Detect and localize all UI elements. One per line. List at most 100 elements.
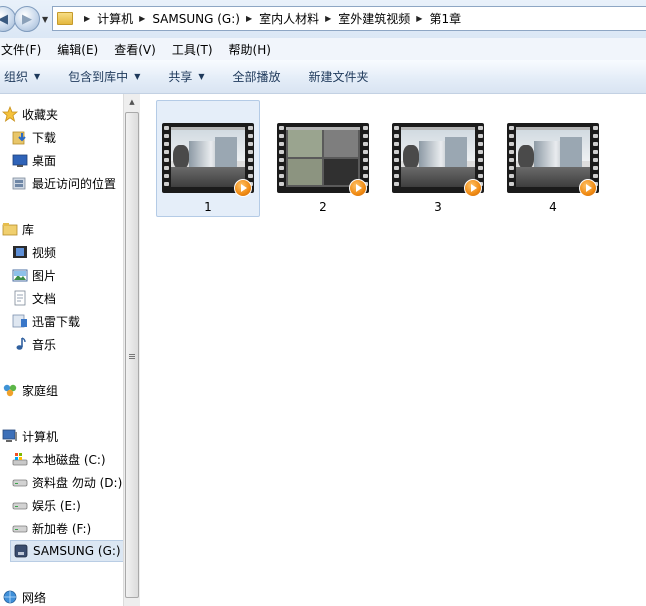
new-folder-button[interactable]: 新建文件夹 [295, 68, 383, 85]
breadcrumb: ▶ 计算机 ▶ SAMSUNG (G:) ▶ 室内人材料 ▶ 室外建筑视频 ▶ … [78, 10, 461, 27]
breadcrumb-current[interactable]: 第1章 [429, 10, 461, 27]
breadcrumb-drive-g[interactable]: SAMSUNG (G:) [152, 12, 240, 26]
nav-videos[interactable]: 视频 [12, 241, 56, 263]
nav-computer[interactable]: 计算机 [2, 425, 58, 447]
nav-libraries[interactable]: 库 [2, 218, 34, 240]
menu-help[interactable]: 帮助(H) [221, 41, 279, 58]
folder-icon [57, 12, 73, 25]
filmstrip-icon [277, 123, 285, 193]
forward-button[interactable]: ▶ [14, 6, 40, 32]
play-icon [579, 179, 597, 197]
thumbnail-frame [171, 127, 245, 187]
file-list[interactable]: 1 2 3 4 [140, 94, 646, 606]
recent-places-icon [12, 175, 28, 191]
nav-music[interactable]: 音乐 [12, 333, 56, 355]
nav-label: 下载 [32, 130, 57, 145]
nav-label: 图片 [32, 268, 57, 283]
nav-label: 娱乐 (E:) [32, 498, 81, 513]
nav-documents[interactable]: 文档 [12, 287, 56, 309]
scrollbar-thumb[interactable] [125, 112, 139, 598]
nav-drive-f[interactable]: 新加卷 (F:) [12, 517, 91, 539]
address-field[interactable]: ▶ 计算机 ▶ SAMSUNG (G:) ▶ 室内人材料 ▶ 室外建筑视频 ▶ … [52, 6, 646, 31]
nav-downloads[interactable]: 下载 [12, 126, 56, 148]
menu-view[interactable]: 查看(V) [106, 41, 164, 58]
nav-label: 文档 [32, 291, 57, 306]
nav-label: 桌面 [32, 153, 57, 168]
hard-drive-icon [12, 520, 28, 536]
file-item-3[interactable]: 3 [386, 100, 490, 217]
thunder-download-icon [12, 313, 28, 329]
network-icon [2, 589, 18, 605]
chevron-right-icon[interactable]: ▶ [325, 14, 331, 23]
command-bar: 组织 ▼ 包含到库中 ▼ 共享 ▼ 全部播放 新建文件夹 [0, 60, 646, 94]
thumbnail-frame [401, 127, 475, 187]
file-item-1[interactable]: 1 [156, 100, 260, 217]
chevron-right-icon[interactable]: ▶ [84, 14, 90, 23]
chevron-down-icon: ▼ [134, 72, 141, 81]
chevron-right-icon[interactable]: ▶ [246, 14, 252, 23]
music-note-icon [12, 336, 28, 352]
file-name: 2 [319, 200, 327, 214]
nav-desktop[interactable]: 桌面 [12, 149, 56, 171]
nav-favorites[interactable]: 收藏夹 [1, 103, 58, 125]
menu-tools[interactable]: 工具(T) [164, 41, 221, 58]
grip-icon [129, 353, 135, 360]
include-in-library-button[interactable]: 包含到库中 ▼ [54, 68, 154, 85]
scroll-up-arrow-icon[interactable]: ▲ [124, 94, 140, 110]
nav-label: 计算机 [22, 429, 59, 444]
nav-drive-c[interactable]: 本地磁盘 (C:) [12, 448, 106, 470]
chevron-down-icon: ▼ [198, 72, 205, 81]
homegroup-icon [2, 382, 18, 398]
hard-drive-icon [12, 474, 28, 490]
breadcrumb-folder-1[interactable]: 室内人材料 [259, 10, 319, 27]
chevron-down-icon: ▼ [34, 72, 41, 81]
organize-button[interactable]: 组织 ▼ [0, 68, 54, 85]
menu-file[interactable]: 文件(F) [0, 41, 49, 58]
nav-label: 资料盘 勿动 (D:) [32, 475, 123, 490]
back-arrow-icon: ◀ [0, 11, 8, 27]
nav-pictures[interactable]: 图片 [12, 264, 56, 286]
usb-drive-icon [13, 543, 29, 559]
nav-label: SAMSUNG (G:) [33, 544, 121, 558]
nav-homegroup[interactable]: 家庭组 [2, 379, 58, 401]
file-item-2[interactable]: 2 [271, 100, 375, 217]
nav-drive-g[interactable]: SAMSUNG (G:) [10, 540, 123, 562]
filmstrip-icon [507, 123, 515, 193]
star-icon [1, 105, 19, 122]
recent-pages-dropdown-icon[interactable]: ▼ [42, 15, 48, 24]
system-drive-icon [12, 451, 28, 467]
nav-network[interactable]: 网络 [2, 586, 46, 606]
nav-label: 迅雷下载 [32, 314, 81, 329]
file-name: 1 [204, 200, 212, 214]
nav-label: 新加卷 (F:) [32, 521, 92, 536]
nav-thunder-downloads[interactable]: 迅雷下载 [12, 310, 80, 332]
menu-edit[interactable]: 编辑(E) [49, 41, 106, 58]
file-name: 4 [549, 200, 557, 214]
hard-drive-icon [12, 497, 28, 513]
thumbnail-frame [516, 127, 590, 187]
nav-label: 网络 [22, 590, 47, 605]
thumbnail-frame [286, 127, 360, 187]
organize-label: 组织 [4, 70, 29, 84]
nav-label: 音乐 [32, 337, 57, 352]
chevron-right-icon[interactable]: ▶ [416, 14, 422, 23]
nav-recent-places[interactable]: 最近访问的位置 [12, 172, 116, 194]
nav-drive-e[interactable]: 娱乐 (E:) [12, 494, 81, 516]
nav-drive-d[interactable]: 资料盘 勿动 (D:) [12, 471, 122, 493]
file-item-4[interactable]: 4 [501, 100, 605, 217]
nav-label: 最近访问的位置 [32, 176, 117, 191]
breadcrumb-computer[interactable]: 计算机 [97, 10, 133, 27]
address-bar-area: ◀ ▶ ▼ ▶ 计算机 ▶ SAMSUNG (G:) ▶ 室内人材料 ▶ 室外建… [0, 0, 646, 38]
file-name: 3 [434, 200, 442, 214]
nav-pane-scrollbar[interactable]: ▲ [123, 94, 140, 606]
chevron-right-icon[interactable]: ▶ [139, 14, 145, 23]
share-label: 共享 [168, 70, 193, 84]
documents-library-icon [12, 290, 28, 306]
downloads-folder-icon [12, 129, 28, 145]
share-button[interactable]: 共享 ▼ [154, 68, 218, 85]
play-icon [349, 179, 367, 197]
breadcrumb-folder-2[interactable]: 室外建筑视频 [338, 10, 410, 27]
nav-label: 本地磁盘 (C:) [32, 452, 106, 467]
play-all-button[interactable]: 全部播放 [219, 68, 295, 85]
menu-bar: 文件(F) 编辑(E) 查看(V) 工具(T) 帮助(H) [0, 38, 646, 61]
